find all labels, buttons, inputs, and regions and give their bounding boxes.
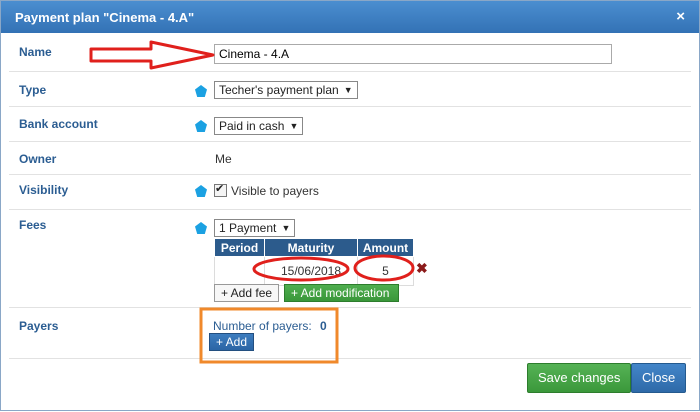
owner-value: Me [215,152,232,166]
close-button[interactable]: Close [631,363,687,393]
name-row: Name [9,37,691,72]
payment-plan-dialog: Payment plan "Cinema - 4.A" × Name Type … [0,0,700,411]
type-row: Type Techer's payment plan [9,72,691,107]
payers-row: Payers [9,308,691,359]
table-row: 15/06/2018 5 [214,256,414,286]
name-label: Name [19,45,52,59]
col-amount: Amount [357,238,414,257]
hint-icon[interactable] [195,185,207,197]
close-icon[interactable]: × [676,8,685,25]
dialog-titlebar: Payment plan "Cinema - 4.A" × [1,1,699,33]
bank-account-select[interactable]: Paid in cash [214,117,304,135]
payments-select[interactable]: 1 Payment [214,219,296,237]
type-select-wrap: Techer's payment plan [214,81,358,99]
delete-fee-icon[interactable]: ✖ [416,260,428,277]
save-changes-button[interactable]: Save changes [527,363,632,393]
hint-icon[interactable] [195,120,207,132]
owner-row: Owner Me [9,142,691,175]
dialog-title: Payment plan "Cinema - 4.A" [15,10,195,25]
visible-checkbox[interactable] [214,182,227,197]
type-select[interactable]: Techer's payment plan [214,81,358,99]
fee-period-cell[interactable] [214,256,265,286]
type-label: Type [19,83,47,97]
payers-count-label: Number of payers: [213,319,312,333]
bank-account-row: Bank account Paid in cash [9,107,691,142]
fee-amount-cell[interactable]: 5 [357,256,414,286]
col-period: Period [214,238,265,257]
fees-label: Fees [19,218,47,232]
owner-label: Owner [19,152,57,166]
visibility-label: Visibility [19,183,69,197]
hint-icon[interactable] [195,222,207,234]
name-input-wrap [214,44,612,64]
name-input[interactable] [214,44,612,64]
col-maturity: Maturity [264,238,358,257]
payers-label: Payers [19,319,59,333]
add-payer-button[interactable]: + Add [209,333,255,351]
bank-account-select-wrap: Paid in cash [214,117,304,135]
add-fee-button[interactable]: + Add fee [214,284,280,302]
bank-account-label: Bank account [19,117,98,131]
fees-table: Period Maturity Amount 15/06/2018 5 [214,238,414,286]
payers-count: 0 [320,319,327,333]
hint-icon[interactable] [195,85,207,97]
fees-table-header: Period Maturity Amount [214,238,414,257]
visibility-control: Visible to payers [214,182,319,198]
visible-checkbox-label: Visible to payers [231,184,319,198]
add-modification-button[interactable]: + Add modification [284,284,399,302]
payments-select-wrap: 1 Payment [214,219,296,237]
visibility-row: Visibility Visible to payers [9,175,691,210]
fee-maturity-cell[interactable]: 15/06/2018 [264,256,358,286]
